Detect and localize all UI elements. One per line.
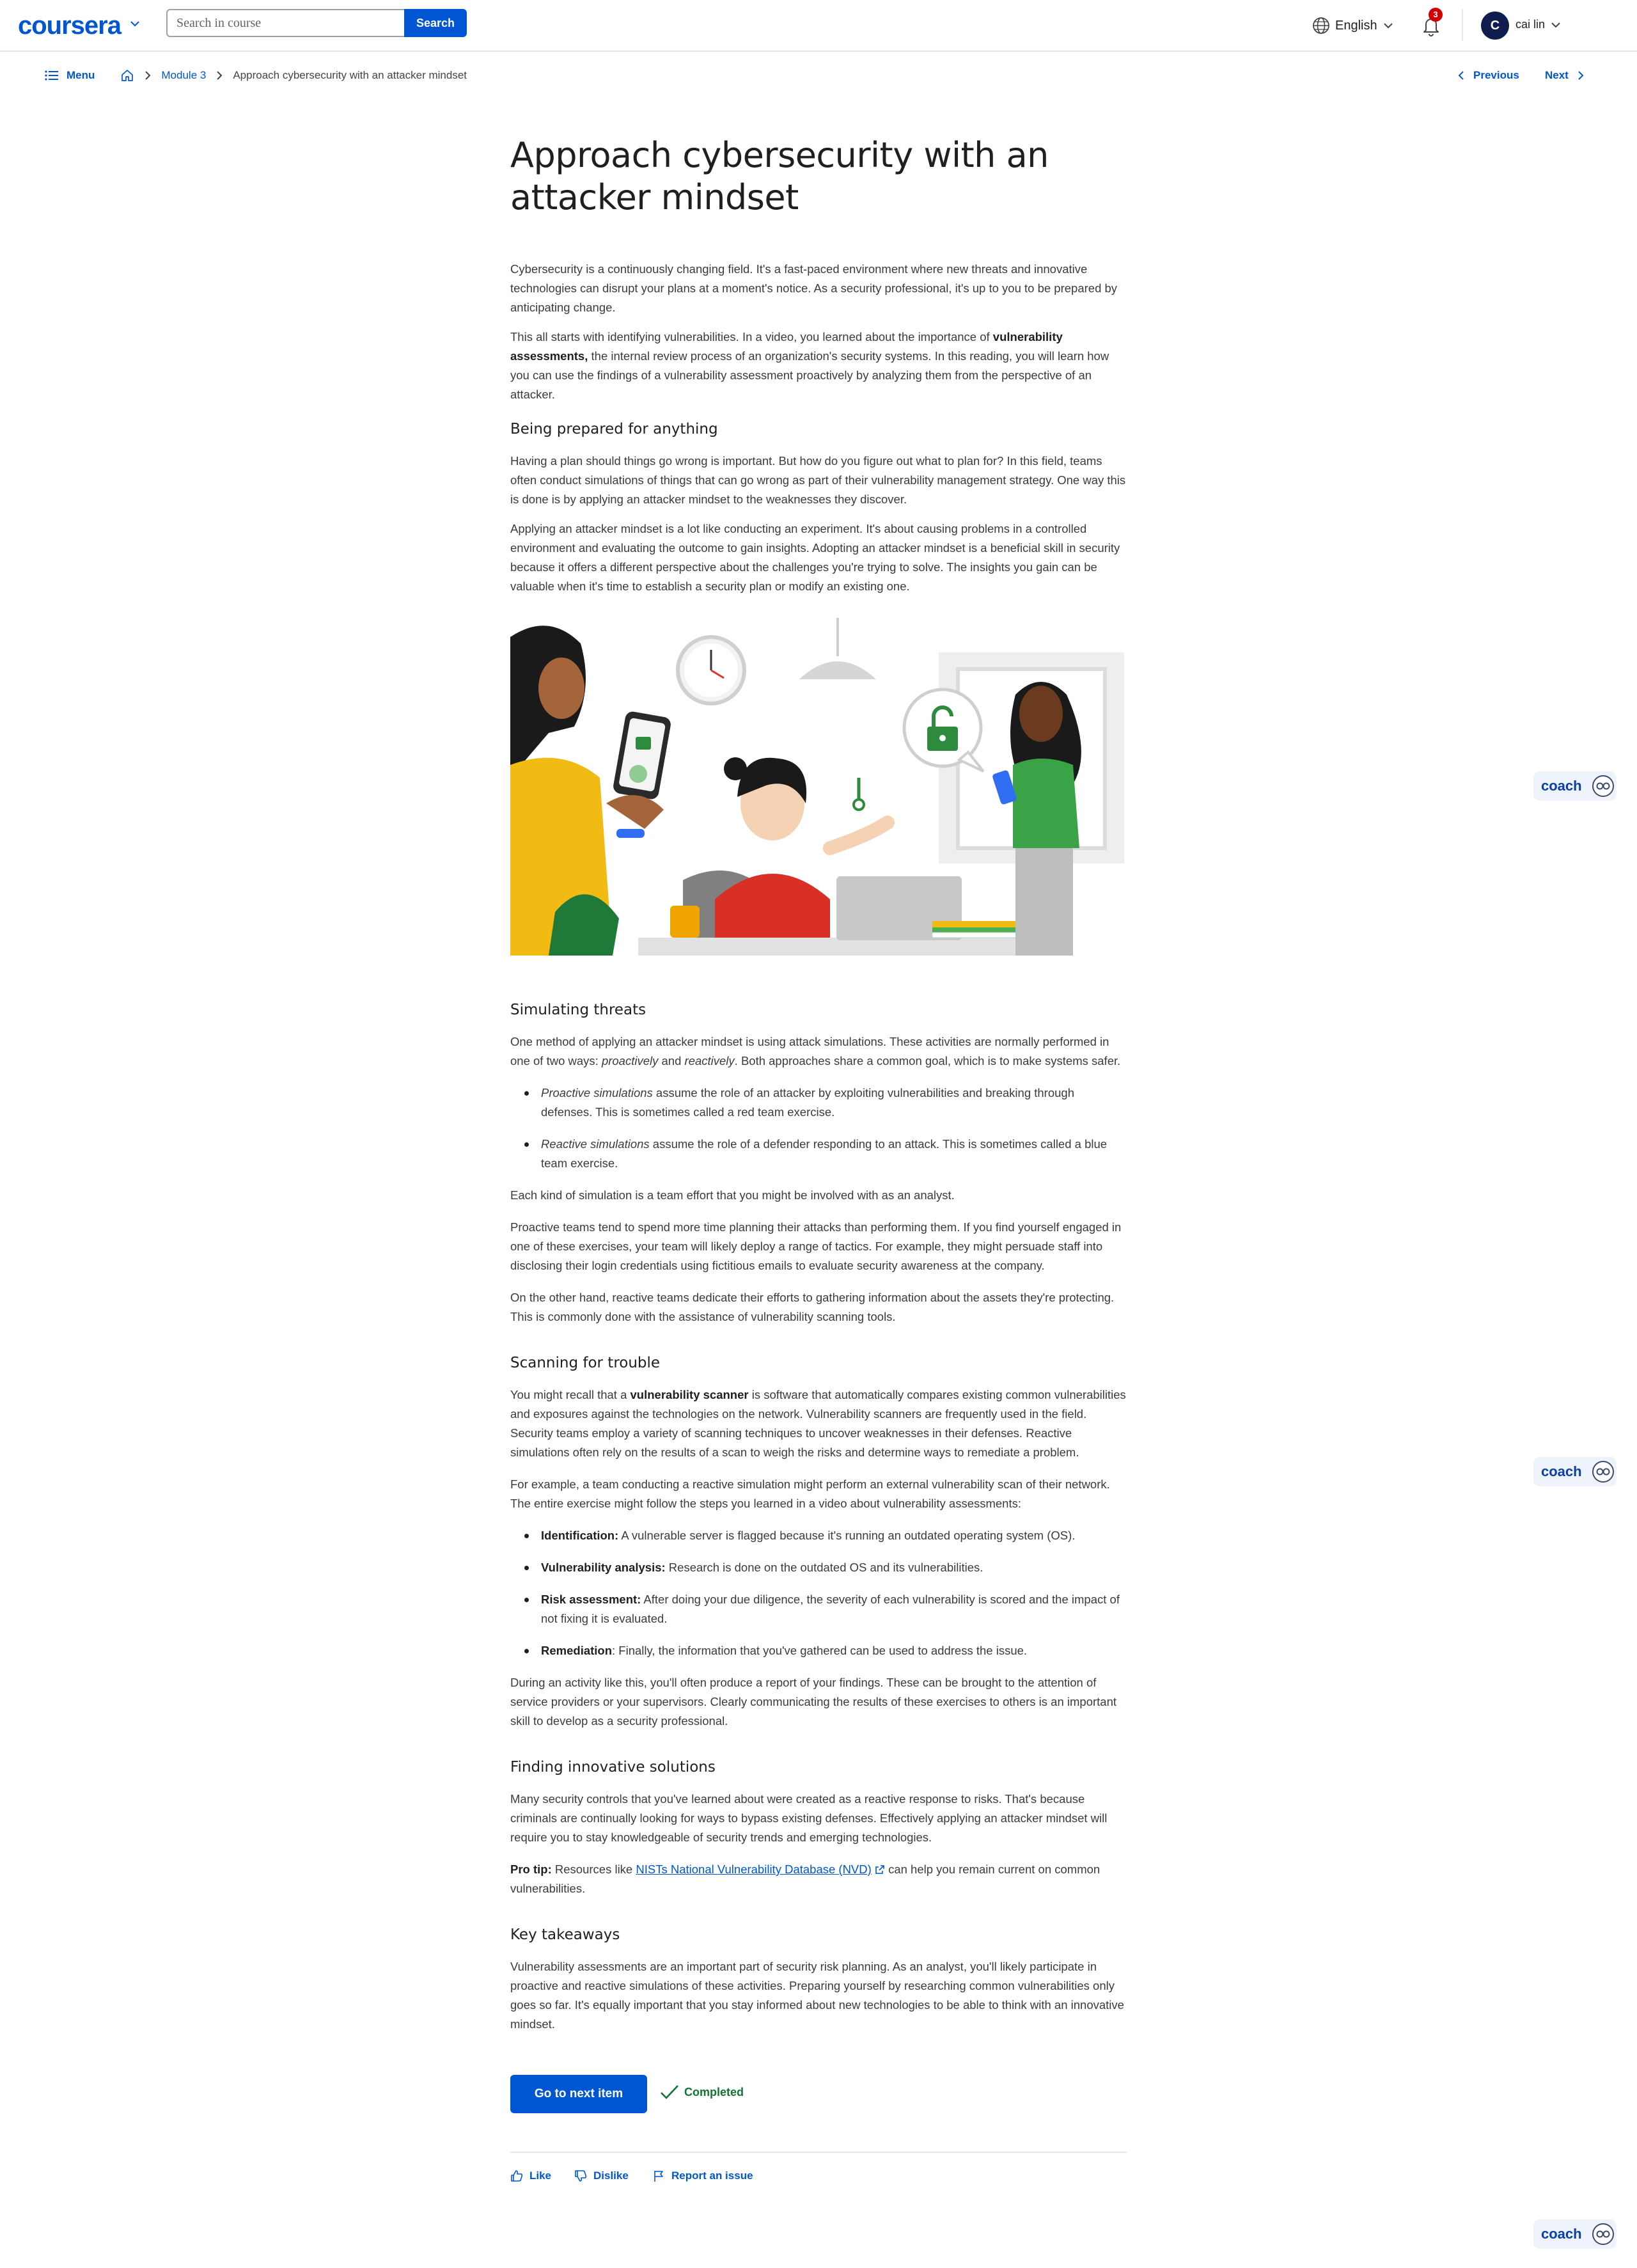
simulating-paragraph-3: Proactive teams tend to spend more time … [510,1220,1122,1272]
list-item: Vulnerability analysis: Research is done… [524,1558,1127,1577]
list-item: Remediation: Finally, the information th… [524,1641,1127,1660]
scanning-paragraph-2: For example, a team conducting a reactiv… [510,1477,1110,1510]
divider [510,2152,1127,2153]
breadcrumb-current: Approach cybersecurity with an attacker … [233,69,467,81]
prepared-paragraph-1: Having a plan should things go wrong is … [510,454,1126,506]
completed-label: Completed [684,2085,744,2099]
breadcrumb: Menu Module 3 Approach cybersecurity wit… [45,67,467,84]
coach-icon [1592,2223,1614,2245]
like-label: Like [529,2170,552,2182]
menu-label: Menu [67,69,95,81]
next-button[interactable]: Next [1545,67,1585,84]
simulation-types-list: Proactive simulations assume the role of… [510,1083,1127,1173]
takeaways-paragraph: Vulnerability assessments are an importa… [510,1960,1124,2031]
search-input[interactable]: Search in course [166,9,404,37]
chevron-right-icon [145,71,151,80]
user-name: cai lin [1516,18,1546,31]
breadcrumb-module-link[interactable]: Module 3 [161,69,206,82]
home-icon[interactable] [120,68,134,83]
heading-finding-innovative-solutions: Finding innovative solutions [510,1759,716,1776]
heading-scanning-for-trouble: Scanning for trouble [510,1355,661,1371]
list-item: Proactive simulations assume the role of… [524,1083,1127,1122]
simulating-paragraph-2: Each kind of simulation is a team effort… [510,1188,955,1202]
chevron-right-icon [1578,71,1584,80]
innovative-paragraph-1: Many security controls that you've learn… [510,1792,1108,1844]
intro-paragraph-2: This all starts with identifying vulnera… [510,330,1109,401]
list-item: Risk assessment: After doing your due di… [524,1590,1127,1628]
globe-icon [1313,17,1329,34]
avatar[interactable]: C [1481,12,1509,40]
coach-icon [1592,775,1614,797]
attacker-mindset-illustration [510,618,1127,956]
list-item: Identification: A vulnerable server is f… [524,1526,1127,1545]
thumbs-up-icon [511,2170,523,2182]
coach-label: coach [1541,2226,1582,2242]
language-selector[interactable]: English [1312,14,1394,37]
scanning-paragraph-3: During an activity like this, you'll oft… [510,1676,1116,1728]
chevron-left-icon [1458,71,1464,80]
chevron-right-icon [217,71,223,80]
language-label: English [1335,18,1377,33]
heading-being-prepared: Being prepared for anything [510,421,718,437]
top-navigation-bar: coursera Search in course Search English… [0,0,1637,52]
coach-label: coach [1541,778,1582,794]
external-link-icon [875,1865,884,1874]
scanning-paragraph-1: You might recall that a vulnerability sc… [510,1388,1126,1459]
like-button[interactable]: Like [510,2170,551,2182]
thumbs-down-icon [575,2170,587,2182]
page-title: Approach cybersecurity with an attacker … [510,135,1049,217]
simulating-paragraph-4: On the other hand, reactive teams dedica… [510,1291,1115,1323]
coach-button[interactable]: coach [1533,1457,1617,1486]
heading-simulating-threats: Simulating threats [510,1002,646,1018]
dislike-label: Dislike [593,2170,629,2182]
report-issue-button[interactable]: Report an issue [652,2170,753,2182]
next-label: Next [1545,69,1569,81]
report-issue-label: Report an issue [671,2170,753,2182]
pro-tip-paragraph: Pro tip: Resources like NISTs National V… [510,1862,1100,1895]
go-to-next-item-button[interactable]: Go to next item [510,2075,647,2113]
flag-icon [654,2171,663,2182]
reading-content: Approach cybersecurity with an attacker … [510,134,1127,2034]
prepared-paragraph-2: Applying an attacker mindset is a lot li… [510,522,1120,593]
user-menu[interactable]: cai lin [1516,18,1562,31]
intro-paragraph-1: Cybersecurity is a continuously changing… [510,262,1118,314]
dislike-button[interactable]: Dislike [574,2170,629,2182]
checkmark-icon [661,2085,678,2099]
notification-count-badge: 3 [1429,8,1443,22]
assessment-steps-list: Identification: A vulnerable server is f… [510,1526,1127,1660]
chevron-down-icon[interactable] [128,17,142,31]
coursera-logo[interactable]: coursera [18,12,121,40]
menu-toggle-button[interactable]: Menu [45,69,95,82]
menu-list-icon [45,70,58,81]
coach-button[interactable]: coach [1533,771,1617,801]
coach-icon [1592,1461,1614,1483]
chevron-down-icon [1383,23,1393,29]
coach-button[interactable]: coach [1533,2219,1617,2249]
heading-key-takeaways: Key takeaways [510,1926,620,1943]
search-button[interactable]: Search [404,9,467,37]
previous-button[interactable]: Previous [1457,67,1519,84]
previous-label: Previous [1473,69,1519,81]
list-item: Reactive simulations assume the role of … [524,1135,1127,1173]
simulating-paragraph-1: One method of applying an attacker minds… [510,1035,1121,1067]
completed-status: Completed [660,2084,744,2100]
coach-label: coach [1541,1463,1582,1479]
header-divider [1462,9,1463,41]
chevron-down-icon [1551,22,1560,28]
nvd-link[interactable]: NISTs National Vulnerability Database (N… [636,1862,871,1876]
